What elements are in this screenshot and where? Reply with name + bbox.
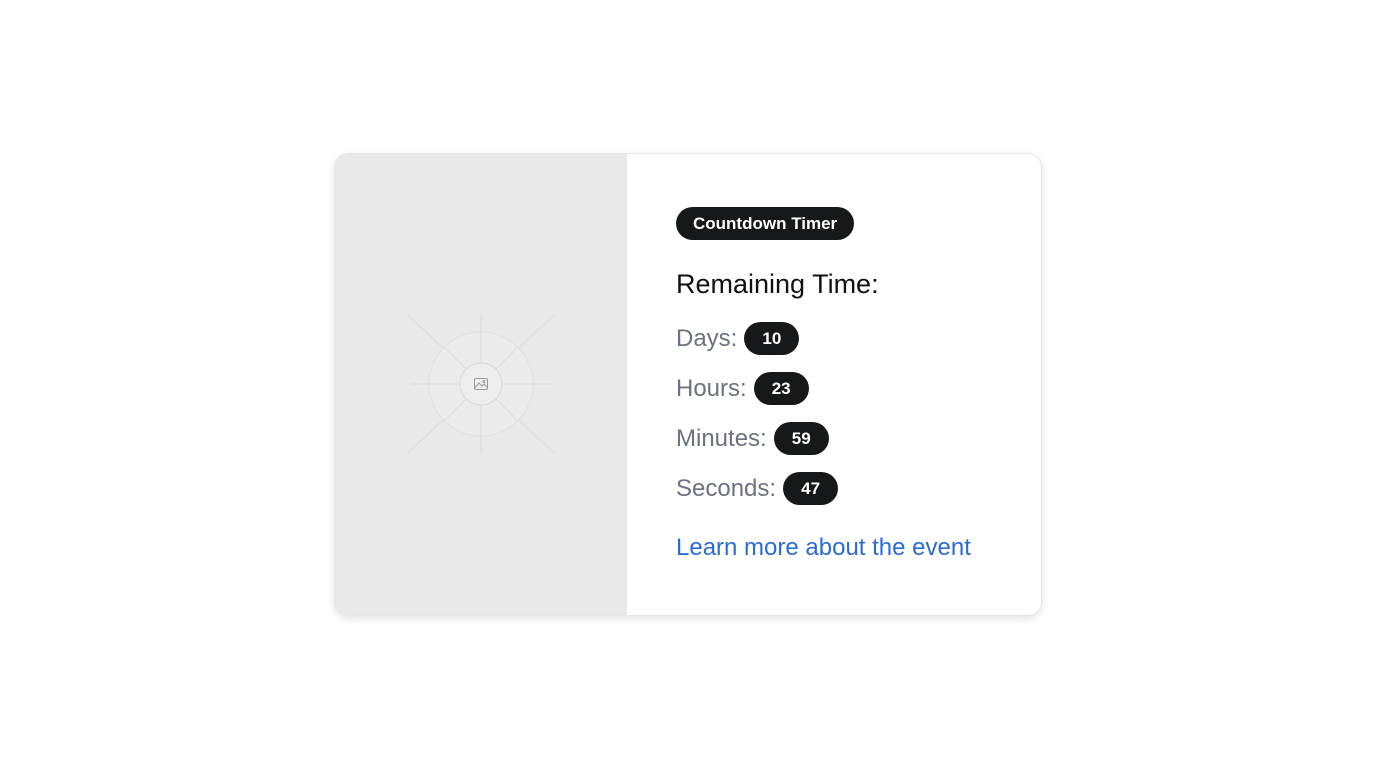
days-value: 10 bbox=[744, 322, 800, 355]
days-row: Days: 10 bbox=[676, 322, 800, 355]
image-placeholder bbox=[335, 154, 627, 615]
days-label: Days: bbox=[676, 324, 738, 352]
hours-value: 23 bbox=[753, 372, 809, 405]
image-placeholder-icon bbox=[406, 313, 556, 455]
remaining-time-heading: Remaining Time: bbox=[676, 269, 879, 299]
seconds-label: Seconds: bbox=[676, 474, 777, 502]
seconds-value: 47 bbox=[783, 472, 839, 505]
hours-label: Hours: bbox=[676, 374, 747, 402]
countdown-card: Countdown Timer Remaining Time: Days: 10… bbox=[334, 153, 1042, 616]
countdown-badge: Countdown Timer bbox=[676, 207, 855, 240]
card-content: Countdown Timer Remaining Time: Days: 10… bbox=[627, 154, 1041, 615]
minutes-label: Minutes: bbox=[676, 424, 767, 452]
seconds-row: Seconds: 47 bbox=[676, 472, 839, 505]
hours-row: Hours: 23 bbox=[676, 372, 809, 405]
minutes-row: Minutes: 59 bbox=[676, 422, 829, 455]
learn-more-link[interactable]: Learn more about the event bbox=[676, 534, 971, 562]
minutes-value: 59 bbox=[773, 422, 829, 455]
